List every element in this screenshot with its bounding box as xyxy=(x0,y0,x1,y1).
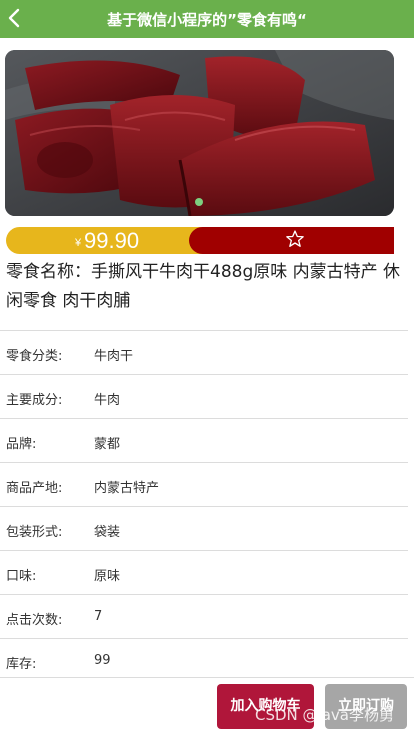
detail-row-brand: 品牌: 蒙都 xyxy=(0,418,408,462)
star-outline-icon xyxy=(286,230,304,247)
detail-row-origin: 商品产地: 内蒙古特产 xyxy=(0,462,408,506)
detail-row-flavor: 口味: 原味 xyxy=(0,550,408,594)
detail-row-ingredient: 主要成分: 牛肉 xyxy=(0,374,408,418)
product-name: 零食名称：手撕风干牛肉干488g原味 内蒙古特产 休闲零食 肉干肉脯 xyxy=(6,262,401,311)
detail-label: 品牌: xyxy=(6,437,37,452)
detail-row-category: 零食分类: 牛肉干 xyxy=(0,330,408,374)
detail-value: 牛肉 xyxy=(94,393,121,408)
detail-label: 零食分类: xyxy=(6,349,63,364)
detail-label: 点击次数: xyxy=(6,613,63,628)
detail-label: 包装形式: xyxy=(6,525,63,540)
action-bar: 加入购物车 立即订购 xyxy=(0,677,414,733)
detail-value: 99 xyxy=(94,653,111,668)
detail-value: 牛肉干 xyxy=(94,349,134,364)
buy-now-button[interactable]: 立即订购 xyxy=(325,684,407,729)
detail-label: 商品产地: xyxy=(6,481,63,496)
page-title: 基于微信小程序的”零食有鸣“ xyxy=(107,11,307,29)
detail-value: 原味 xyxy=(94,569,121,584)
add-to-cart-button[interactable]: 加入购物车 xyxy=(217,684,314,729)
product-details-list: 零食分类: 牛肉干 主要成分: 牛肉 品牌: 蒙都 商品产地: 内蒙古特产 包装… xyxy=(0,330,408,682)
product-image-carousel[interactable] xyxy=(5,50,394,216)
detail-label: 主要成分: xyxy=(6,393,63,408)
detail-value: 7 xyxy=(94,609,103,624)
header-bar: 基于微信小程序的”零食有鸣“ xyxy=(0,0,414,38)
price-currency: ¥ xyxy=(75,237,82,249)
detail-label: 口味: xyxy=(6,569,37,584)
detail-value: 蒙都 xyxy=(94,437,121,452)
detail-row-packaging: 包装形式: 袋装 xyxy=(0,506,408,550)
detail-value: 内蒙古特产 xyxy=(94,481,160,496)
price-bar: ¥ 99.90 xyxy=(6,227,394,254)
detail-label: 库存: xyxy=(6,657,37,672)
detail-row-clicks: 点击次数: 7 xyxy=(0,594,408,638)
detail-value: 袋装 xyxy=(94,525,121,540)
price-tag: ¥ 99.90 xyxy=(6,227,206,254)
price-amount: 99.90 xyxy=(84,228,140,253)
favorite-button[interactable] xyxy=(189,227,394,254)
dried-beef-jerky-photo xyxy=(5,50,394,216)
detail-row-stock: 库存: 99 xyxy=(0,638,408,682)
carousel-indicator-dot[interactable] xyxy=(195,198,203,206)
